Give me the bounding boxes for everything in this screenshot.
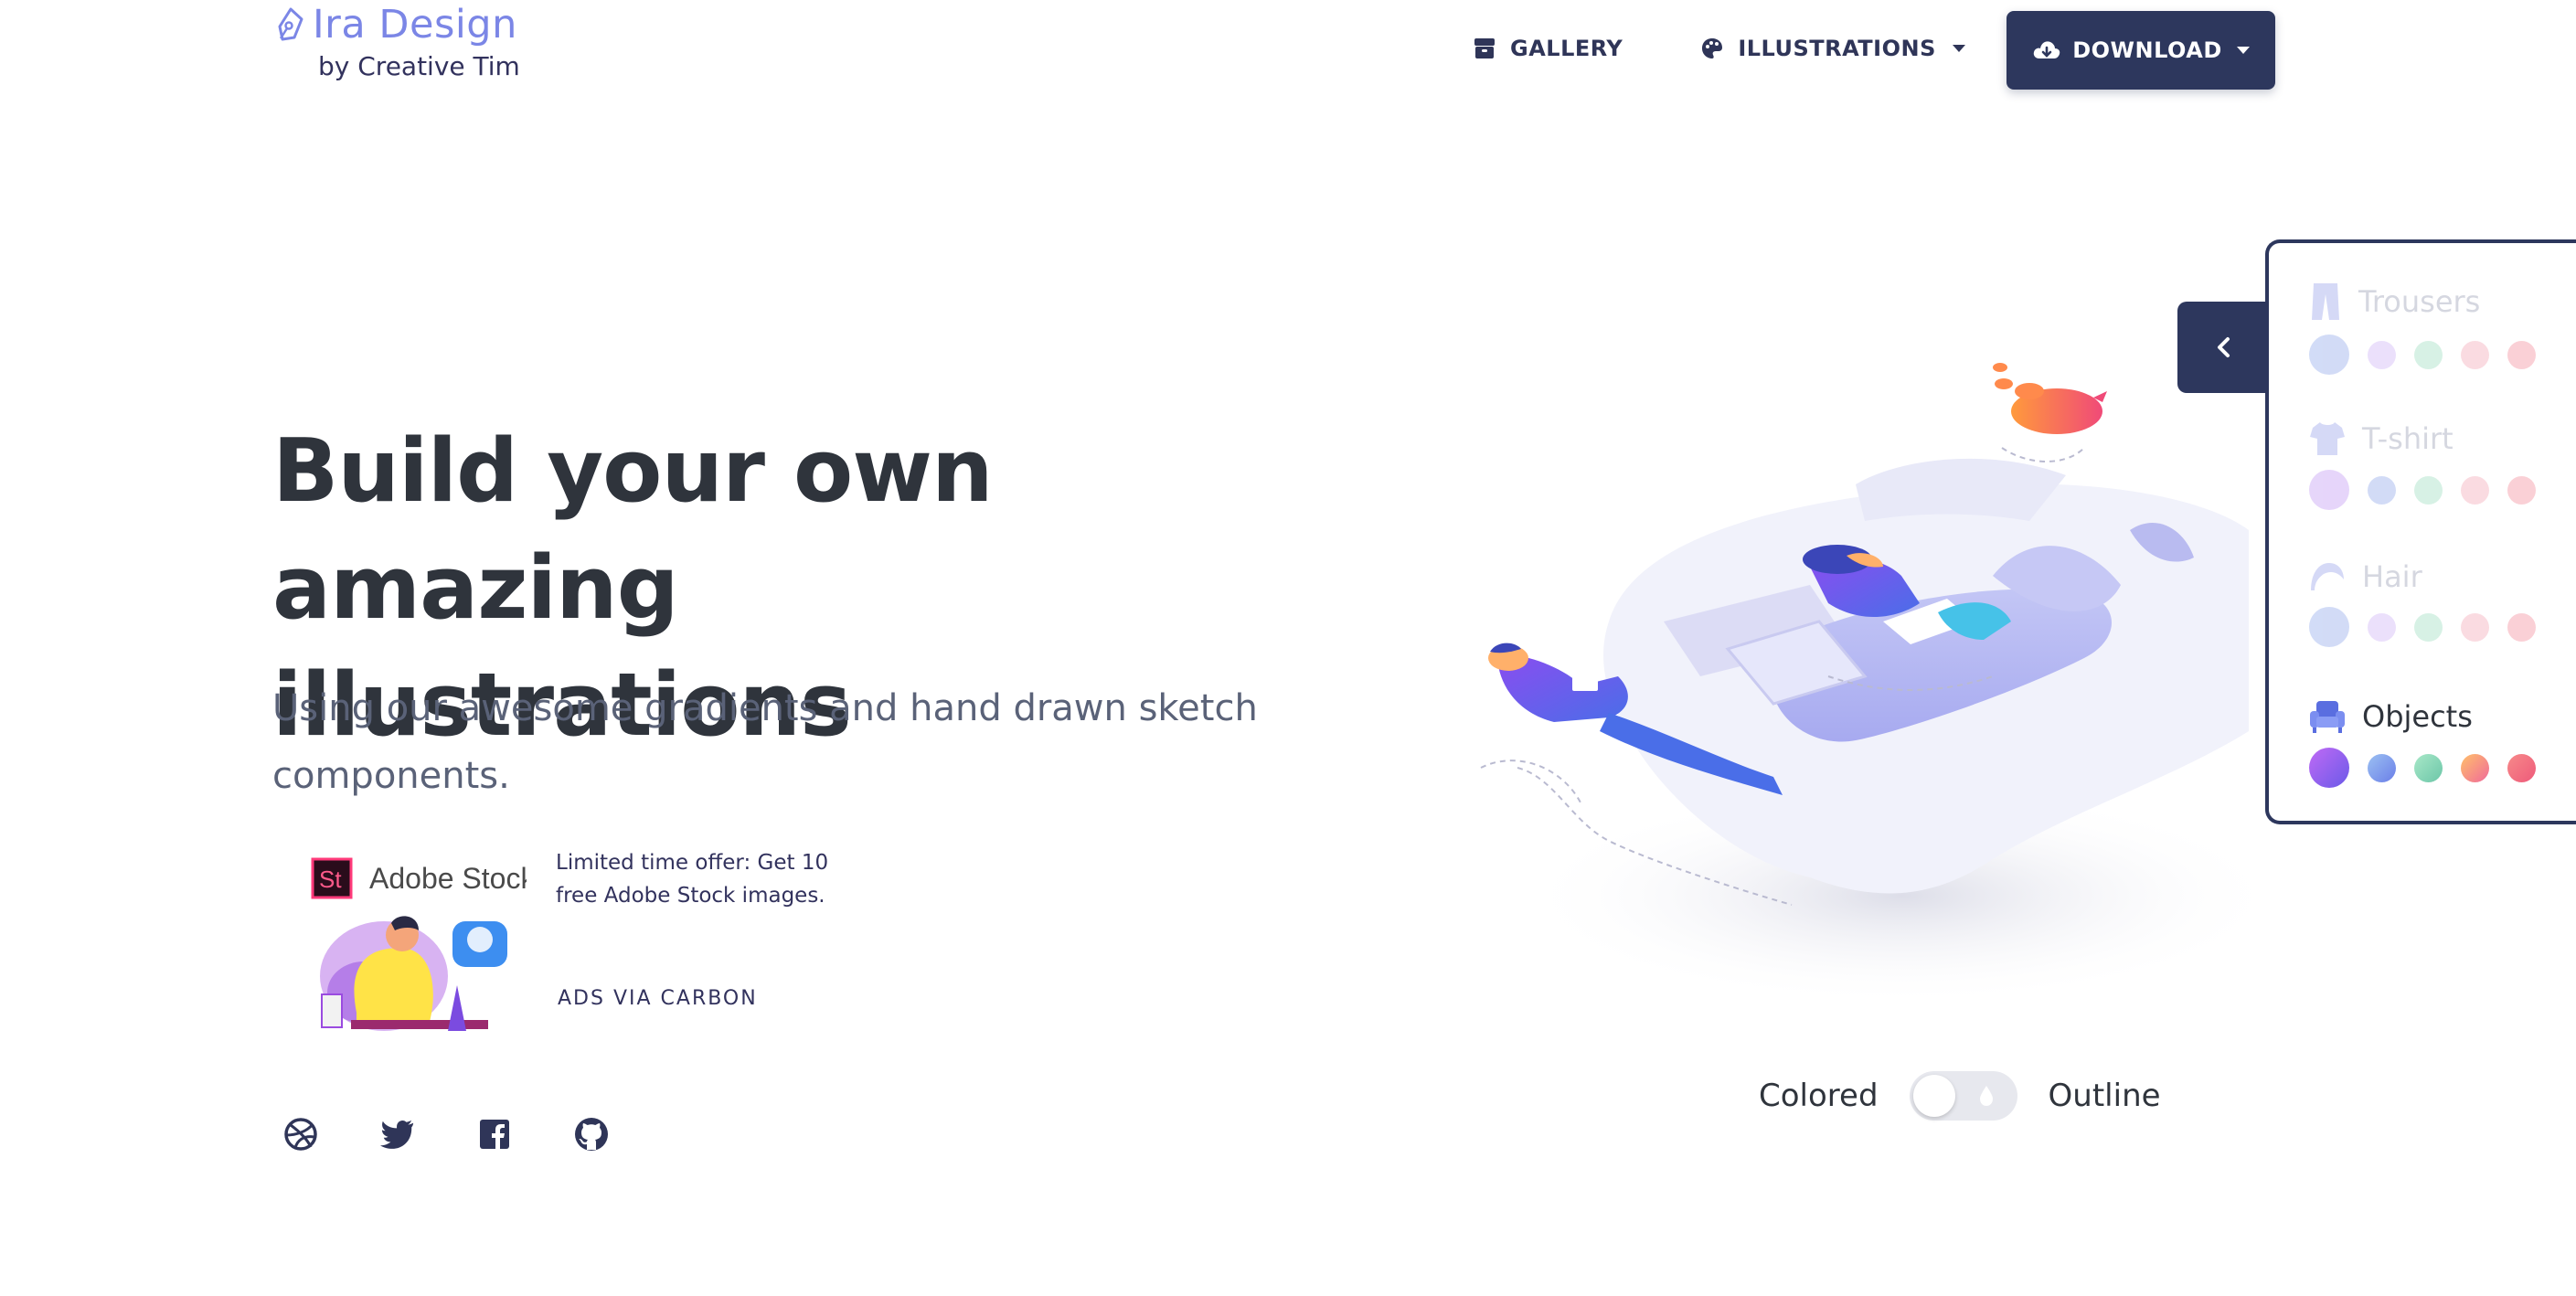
palette-icon [1702,38,1723,58]
category-trousers[interactable]: Trousers [2309,282,2536,375]
hero-subtitle-line: components. [272,755,510,797]
brand-name: Ira Design [313,2,517,48]
category-tshirt[interactable]: T-shirt [2309,420,2536,510]
swatch-blue[interactable] [2309,335,2349,375]
swatch-red[interactable] [2507,612,2536,642]
box-icon [1474,38,1495,58]
dribbble-icon[interactable] [283,1117,318,1152]
swatch-orange[interactable] [2461,475,2489,505]
swatch-orange[interactable] [2461,753,2489,782]
swatch-blue[interactable] [2309,607,2349,647]
brand-byline: by Creative Tim [318,51,520,81]
main-nav: GALLERY ILLUSTRATIONS [1472,9,1965,88]
color-swatches [2309,335,2536,375]
swatch-green[interactable] [2414,612,2443,642]
facebook-icon[interactable] [477,1117,512,1152]
armchair-icon [2310,701,2345,733]
ad-offer-line: Limited time offer: Get 10 [556,851,829,875]
tshirt-icon [2310,422,2345,455]
hero-title-line: Build your own amazing [272,421,994,639]
swatch-blue[interactable] [2368,753,2396,782]
ad-offer-line: free Adobe Stock images. [556,884,825,908]
style-toggle: Colored Outline [1759,1071,2161,1121]
pen-tool-icon [278,7,303,41]
nav-gallery[interactable]: GALLERY [1472,36,1623,61]
chevron-down-icon [2236,47,2250,54]
swatch-purple[interactable] [2368,612,2396,642]
twitter-icon[interactable] [380,1117,415,1152]
swatch-green[interactable] [2414,340,2443,369]
swatch-blue[interactable] [2368,475,2396,505]
droplet-icon [1979,1086,1993,1106]
swatch-purple[interactable] [2309,470,2349,510]
switch-knob [1912,1075,1955,1117]
adobe-stock-brand: Adobe Stock [369,862,527,895]
category-label: T-shirt [2362,421,2454,456]
swatch-purple[interactable] [2309,748,2349,788]
download-button[interactable]: DOWNLOAD [2007,11,2275,90]
chevron-down-icon [1952,45,1965,52]
color-swatches [2309,470,2536,510]
colored-outline-switch[interactable] [1909,1071,2017,1121]
swatch-orange[interactable] [2461,340,2489,369]
nav-illustrations-dropdown[interactable]: ILLUSTRATIONS [1699,36,1965,61]
ads-via-carbon-link[interactable]: ADS VIA CARBON [558,987,758,1010]
download-label: DOWNLOAD [2072,37,2222,63]
brand[interactable]: Ira Design by Creative Tim [274,2,520,81]
social-links [283,1117,609,1152]
swatch-red[interactable] [2507,340,2536,369]
adobe-stock-logo-text: St [319,866,342,893]
category-hair[interactable]: Hair [2309,559,2536,647]
hair-icon [2311,563,2344,590]
outline-label: Outline [2048,1078,2161,1114]
swatch-green[interactable] [2414,753,2443,782]
customization-panel: Trousers T-shirt Hair Objects [2265,239,2576,824]
trousers-icon [2312,283,2339,320]
adobe-stock-ad-image[interactable]: St Adobe Stock [311,857,527,1040]
chevron-left-icon [2218,337,2230,357]
category-label: Objects [2362,699,2473,734]
swatch-red[interactable] [2507,475,2536,505]
swatch-orange[interactable] [2461,612,2489,642]
github-icon[interactable] [574,1117,609,1152]
ad-offer-text[interactable]: Limited time offer: Get 10 free Adobe St… [556,846,857,912]
hero-illustration [1480,363,2285,1005]
color-swatches [2309,607,2536,647]
swatch-green[interactable] [2414,475,2443,505]
hero-subtitle-line: Using our awesome gradients and hand dra… [272,687,1258,729]
nav-gallery-label: GALLERY [1510,36,1623,61]
category-label: Hair [2362,559,2422,594]
color-swatches [2309,748,2536,788]
hero-subtitle: Using our awesome gradients and hand dra… [272,675,1324,810]
category-label: Trousers [2358,284,2481,319]
swatch-red[interactable] [2507,753,2536,782]
swatch-purple[interactable] [2368,340,2396,369]
nav-illustrations-label: ILLUSTRATIONS [1738,36,1936,61]
colored-label: Colored [1759,1078,1879,1114]
panel-collapse-button[interactable] [2177,302,2271,393]
category-objects[interactable]: Objects [2309,698,2536,788]
cloud-download-icon [2033,41,2060,58]
